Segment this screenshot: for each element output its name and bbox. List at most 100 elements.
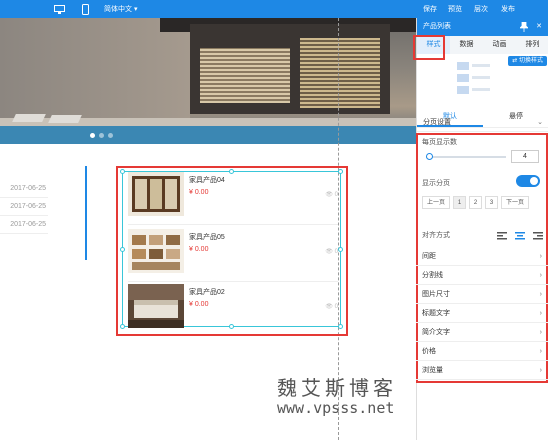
- eye-icon: 👁: [325, 249, 333, 255]
- resize-handle[interactable]: [338, 247, 343, 252]
- style-thumbnail[interactable]: [457, 62, 503, 102]
- setting-label: 分割线: [422, 272, 443, 279]
- eye-icon: 👁: [325, 192, 333, 198]
- view-count: 👁 0: [325, 248, 338, 255]
- product-name[interactable]: 家具产品02: [189, 287, 225, 297]
- chevron-right-icon: ›: [539, 329, 542, 336]
- divider: [128, 224, 338, 225]
- product-item[interactable]: 家具产品04 ¥ 0.00 👁 0: [128, 172, 338, 225]
- carousel-dots: [90, 133, 113, 138]
- align-right-icon[interactable]: [533, 232, 543, 240]
- switch-style-button[interactable]: ⇄ 切换样式: [508, 56, 547, 66]
- per-page-slider[interactable]: [426, 153, 506, 160]
- per-page-input[interactable]: 4: [511, 150, 539, 163]
- style-preview: ⇄ 切换样式: [417, 56, 548, 106]
- hero-pool: [0, 126, 416, 144]
- switch-icon: ⇄: [512, 58, 518, 64]
- align-label: 对齐方式: [422, 232, 450, 239]
- language-label: 简体中文: [104, 6, 132, 13]
- setting-label: 价格: [422, 348, 436, 355]
- show-paging-toggle[interactable]: [516, 175, 540, 187]
- slider-knob[interactable]: [426, 153, 433, 160]
- per-page-label: 每页显示数: [422, 139, 457, 146]
- align-center-icon[interactable]: [515, 232, 525, 240]
- view-count-value: 0: [334, 192, 338, 198]
- view-count-value: 0: [334, 304, 338, 310]
- setting-views[interactable]: 浏览量 ›: [416, 362, 548, 380]
- language-select[interactable]: 简体中文 ▾: [104, 4, 137, 14]
- close-icon[interactable]: ✕: [536, 18, 542, 36]
- page-button[interactable]: 2: [469, 196, 482, 209]
- next-page-button[interactable]: 下一页: [501, 196, 529, 209]
- tab-arrange[interactable]: 排列: [516, 36, 548, 54]
- pager-preview: 上一页 1 2 3 下一页: [422, 196, 529, 209]
- product-name[interactable]: 家具产品04: [189, 175, 225, 185]
- setting-title-text[interactable]: 标题文字 ›: [416, 305, 548, 323]
- setting-image-size[interactable]: 图片尺寸 ›: [416, 286, 548, 304]
- divider: [128, 281, 338, 282]
- date-item: 2017-06-25: [0, 180, 48, 198]
- tab-animation[interactable]: 动画: [483, 36, 516, 54]
- setting-divider[interactable]: 分割线 ›: [416, 267, 548, 285]
- hero-banner: [0, 18, 416, 144]
- align-left-icon[interactable]: [497, 232, 507, 240]
- save-button[interactable]: 保存: [423, 4, 437, 14]
- resize-handle[interactable]: [120, 247, 125, 252]
- setting-label: 间距: [422, 253, 436, 260]
- date-item: 2017-06-25: [0, 198, 48, 216]
- product-image: [128, 284, 184, 328]
- date-item: 2017-06-25: [0, 216, 48, 234]
- resize-handle[interactable]: [338, 324, 343, 329]
- setting-spacing[interactable]: 间距 ›: [416, 248, 548, 266]
- setting-summary-text[interactable]: 简介文字 ›: [416, 324, 548, 342]
- resize-handle[interactable]: [120, 324, 125, 329]
- product-price: ¥ 0.00: [189, 246, 209, 253]
- show-paging-label: 显示分页: [422, 180, 450, 187]
- publish-button[interactable]: 发布: [501, 4, 515, 14]
- switch-style-label: 切换样式: [518, 58, 543, 64]
- carousel-dot[interactable]: [99, 133, 104, 138]
- product-image: [128, 172, 184, 216]
- section-paging[interactable]: 分页设置 ⌄: [417, 114, 548, 132]
- carousel-dot[interactable]: [90, 133, 95, 138]
- chevron-right-icon: ›: [539, 310, 542, 317]
- preview-button[interactable]: 预览: [448, 4, 462, 14]
- product-item[interactable]: 家具产品02 ¥ 0.00 👁 0: [128, 284, 338, 330]
- watermark-url: www.vpsss.net: [277, 399, 395, 417]
- view-count: 👁 0: [325, 303, 338, 310]
- chevron-right-icon: ›: [539, 348, 542, 355]
- product-name[interactable]: 家具产品05: [189, 232, 225, 242]
- resize-handle[interactable]: [338, 169, 343, 174]
- tab-highlight: [413, 35, 445, 60]
- setting-price[interactable]: 价格 ›: [416, 343, 548, 361]
- layers-button[interactable]: 层次: [474, 4, 488, 14]
- tab-data[interactable]: 数据: [450, 36, 483, 54]
- carousel-dot[interactable]: [108, 133, 113, 138]
- setting-label: 浏览量: [422, 367, 443, 374]
- column-divider: [85, 166, 87, 260]
- setting-label: 简介文字: [422, 329, 450, 336]
- resize-handle[interactable]: [120, 169, 125, 174]
- product-price: ¥ 0.00: [189, 301, 209, 308]
- prev-page-button[interactable]: 上一页: [422, 196, 450, 209]
- page-button[interactable]: 1: [453, 196, 466, 209]
- hero-window: [200, 48, 290, 103]
- view-count-value: 0: [334, 249, 338, 255]
- page-button[interactable]: 3: [485, 196, 498, 209]
- setting-label: 图片尺寸: [422, 291, 450, 298]
- view-count: 👁 0: [325, 191, 338, 198]
- chevron-right-icon: ›: [539, 291, 542, 298]
- product-price: ¥ 0.00: [189, 189, 209, 196]
- align-options: [497, 232, 543, 240]
- desktop-icon[interactable]: [52, 3, 66, 15]
- product-item[interactable]: 家具产品05 ¥ 0.00 👁 0: [128, 229, 338, 282]
- hero-chair: [12, 114, 46, 122]
- chevron-down-icon: ⌄: [537, 119, 543, 126]
- watermark: 魏艾斯博客 www.vpsss.net: [277, 372, 397, 417]
- product-image: [128, 229, 184, 273]
- mobile-icon[interactable]: [78, 3, 92, 15]
- chevron-right-icon: ›: [539, 367, 542, 374]
- panel-header: 产品列表 ✕: [417, 18, 548, 36]
- chevron-right-icon: ›: [539, 253, 542, 260]
- date-list: 2017-06-25 2017-06-25 2017-06-25: [0, 180, 48, 234]
